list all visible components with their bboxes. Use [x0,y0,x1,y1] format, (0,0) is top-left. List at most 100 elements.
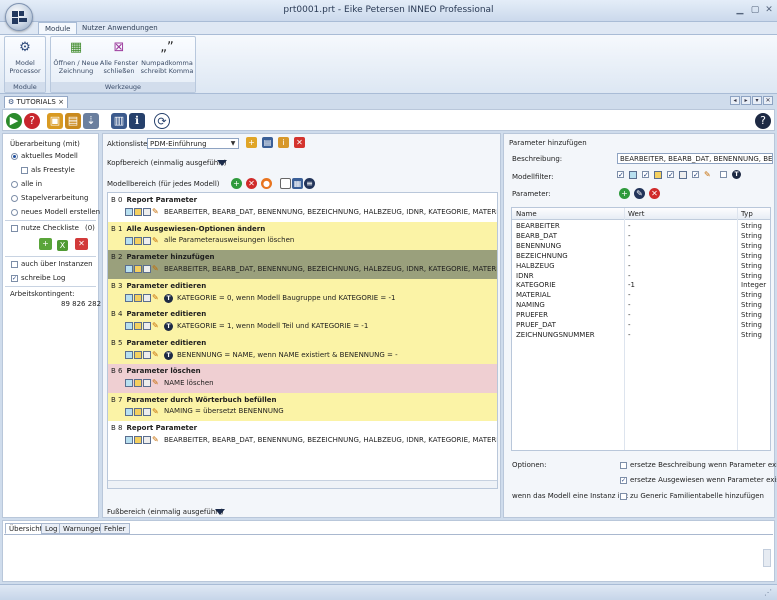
table-row[interactable]: MATERIAL - String [512,290,770,300]
filter-checkbox-icon[interactable]: ✓ [642,171,649,179]
tab-list-icon[interactable]: ▾ [752,96,762,105]
table-row[interactable]: HALBZEUG - String [512,261,770,271]
list-settings-icon[interactable]: ▤ [262,137,273,148]
table-row[interactable]: BEARB_DAT - String [512,231,770,241]
add-action-icon[interactable]: + [231,178,242,189]
action-block[interactable]: B 4 Parameter editieren ✎ T KATEGORIE = 1, w… [108,307,497,336]
option-alle-in[interactable]: alle in [11,180,42,188]
block-checkbox-icon[interactable] [280,178,291,189]
resize-grip-icon[interactable]: ⋰ [764,588,772,597]
tab-next-icon[interactable]: ▸ [741,96,751,105]
block-list-icon[interactable]: ≡ [304,178,315,189]
horizontal-scrollbar[interactable] [108,480,497,488]
option-replace-description[interactable]: ersetze Beschreibung wenn Parameter exis… [620,461,777,469]
output-panel: Übersicht Log Warnungen Fehler [2,520,775,582]
table-cell: - [628,251,631,260]
action-block[interactable]: B 7 Parameter durch Wörterbuch befüllen ✎ N… [108,392,497,421]
close-all-windows-button[interactable]: ⊠ Alle Fenster schließen [99,40,139,75]
numpad-comma-button[interactable]: „ˮ Numpadkomma schreibt Komma [139,40,195,75]
table-row[interactable]: BEZEICHNUNG - String [512,251,770,261]
excel-icon[interactable]: X [57,240,68,251]
help-icon[interactable]: ? [755,113,771,129]
beschreibung-input[interactable]: BEARBEITER, BEARB_DAT, BENENNUNG, BEZEIC… [617,153,773,164]
filter-checkbox-icon[interactable]: ✓ [667,171,674,179]
close-tab-icon[interactable]: × [58,97,64,108]
delete-checklist-icon[interactable]: ✕ [75,238,88,250]
ribbon-group-werkzeuge: ▦ Öffnen / Neue Zeichnung ⊠ Alle Fenster… [50,36,196,93]
block-id: B 1 [111,224,123,233]
numpad-label-1: Numpadkomma [141,59,193,67]
radio-icon [11,208,18,216]
column-header-wert[interactable]: Wert [628,210,644,218]
add-list-icon[interactable]: + [246,137,257,148]
filter-checkbox-icon[interactable]: ✓ [617,171,624,179]
filter-checkbox-icon[interactable] [720,171,727,178]
settings-export-icon[interactable]: ▥ [111,113,127,129]
maximize-button[interactable]: ▢ [748,4,762,16]
tab-prev-icon[interactable]: ◂ [730,96,740,105]
save-down-icon[interactable]: ⇣ [83,113,99,129]
delete-parameter-icon[interactable]: ✕ [649,188,660,199]
list-info-icon[interactable]: i [278,137,289,148]
checklist-checkbox[interactable]: nutze Checkliste [11,224,79,232]
open-drawing-button[interactable]: ▦ Öffnen / Neue Zeichnung [53,40,99,75]
info-icon[interactable]: ℹ [129,113,145,129]
table-row[interactable]: KATEGORIE -1 Integer [512,280,770,290]
option-stapelverarbeitung[interactable]: Stapelverarbeitung [11,194,88,202]
delete-list-icon[interactable]: ✕ [294,137,305,148]
expand-fussbereich-icon[interactable] [215,509,225,515]
table-row[interactable]: ZEICHNUNGSNUMMER - String [512,330,770,340]
freestyle-checkbox[interactable]: als Freestyle [21,166,75,174]
vertical-scrollbar[interactable] [763,549,771,567]
action-block[interactable]: B 0 Report Parameter ✎ BEARBEITER, BEARB_DA… [108,193,497,222]
option-aktuelles-modell[interactable]: aktuelles Modell [11,152,78,160]
option-label: aktuelles Modell [21,152,78,160]
tab-fehler[interactable]: Fehler [100,523,130,534]
stop-action-icon[interactable]: ● [261,178,272,189]
application-menu-button[interactable] [5,3,33,31]
filter-checkbox-icon[interactable]: ✓ [692,171,699,179]
minimize-button[interactable]: ▁ [733,4,747,16]
tab-close-icon[interactable]: ✕ [763,96,773,105]
option-generic-family[interactable]: zu Generic Familientabelle hinzufügen [620,492,764,500]
table-row[interactable]: BEARBEITER - String [512,221,770,231]
table-row[interactable]: PRUEFER - String [512,310,770,320]
column-header-name[interactable]: Name [516,210,537,218]
revision-title: Überarbeitung (mit) [10,140,80,148]
add-parameter-icon[interactable]: + [619,188,630,199]
table-row[interactable]: IDNR - String [512,271,770,281]
option-neues-modell[interactable]: neues Modell erstellen [11,208,100,216]
action-block[interactable]: B 1 Alle Ausgewiesen-Optionen ändern ✎ alle… [108,221,497,250]
block-detail-text: alle Parameterausweisungen löschen [164,236,295,244]
fussbereich-label: Fußbereich (einmalig ausgeführt) [107,508,224,516]
table-row[interactable]: NAMING - String [512,300,770,310]
run-icon[interactable]: ▶ [6,113,22,129]
action-block[interactable]: B 6 Parameter löschen ✎ NAME löschen [108,364,497,393]
log-checkbox[interactable]: ✓ schreibe Log [11,274,65,282]
edit-parameter-icon[interactable]: ✎ [634,188,645,199]
instances-checkbox[interactable]: auch über Instanzen [11,260,93,268]
tab-tutorials[interactable]: ⚙ TUTORIALS × [4,96,68,108]
table-row[interactable]: PRUEF_DAT - String [512,320,770,330]
folder-open-icon[interactable]: ▤ [65,113,81,129]
refresh-icon[interactable]: ⟳ [154,113,170,129]
folder-new-icon[interactable]: ▣ [47,113,63,129]
table-row[interactable]: BENENNUNG - String [512,241,770,251]
checkbox-icon [620,461,627,469]
add-checklist-icon[interactable]: + [39,238,52,250]
aktionsliste-select[interactable]: PDM-Einführung ▼ [147,138,239,149]
action-block[interactable]: B 5 Parameter editieren ✎ T BENENNUNG = NAME… [108,335,497,364]
divider [5,256,96,257]
action-block[interactable]: B 3 Parameter editieren ✎ T KATEGORIE = 0, w… [108,278,497,307]
expand-kopfbereich-icon[interactable] [217,160,227,166]
close-button[interactable]: ✕ [762,4,776,16]
action-block[interactable]: B 2 Parameter hinzufügen ✎ BEARBEITER, BEAR… [108,250,497,279]
option-replace-designation[interactable]: ✓ersetze Ausgewiesen wenn Parameter exis… [620,476,777,484]
column-header-typ[interactable]: Typ [741,210,753,218]
action-block[interactable]: B 8 Report Parameter ✎ BEARBEITER, BEARB_DA… [108,421,497,450]
model-processor-button[interactable]: ⚙ Model Processor [7,40,43,75]
option-label: Stapelverarbeitung [21,194,89,202]
remove-action-icon[interactable]: ✕ [246,178,257,189]
block-settings-icon[interactable]: ▦ [292,178,303,189]
stop-help-icon[interactable]: ? [24,113,40,129]
